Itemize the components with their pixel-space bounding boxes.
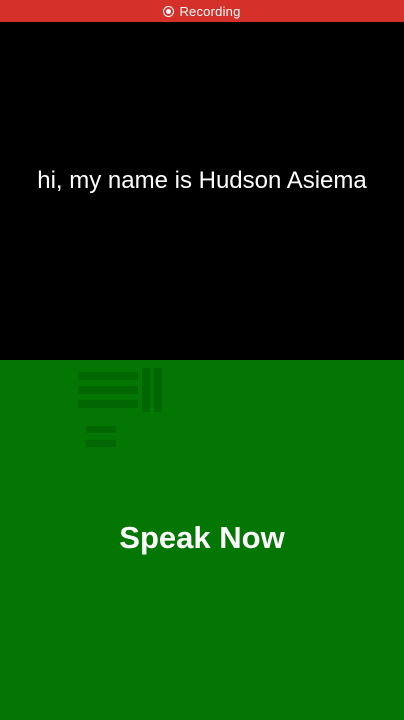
- transcript-text: hi, my name is Hudson Asiema: [37, 167, 367, 194]
- speak-now-label: Speak Now: [119, 520, 285, 555]
- recording-indicator-bar[interactable]: Recording: [0, 0, 404, 22]
- app-screen: Recording hi, my name is Hudson Asiema S…: [0, 0, 404, 720]
- recording-label: Recording: [179, 3, 241, 19]
- transcript-panel: hi, my name is Hudson Asiema: [0, 22, 404, 360]
- faded-lines-icon: [78, 368, 162, 447]
- record-icon: [163, 5, 175, 17]
